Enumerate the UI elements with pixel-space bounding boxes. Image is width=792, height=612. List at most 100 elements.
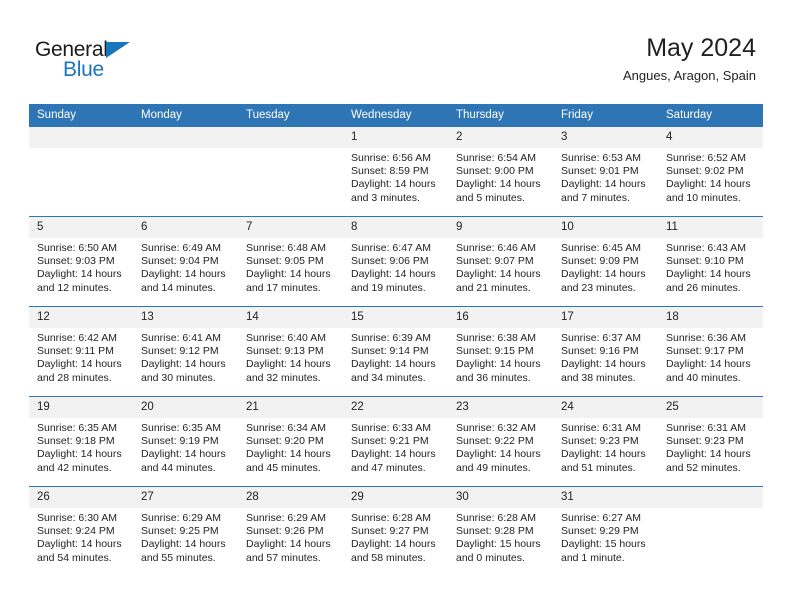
day-number: 11 — [658, 217, 763, 238]
sunrise-text: Sunrise: 6:40 AM — [246, 332, 326, 344]
sunset-text: Sunset: 9:00 PM — [456, 165, 534, 178]
calendar-day-cell[interactable]: 15 Sunrise: 6:39 AM Sunset: 9:14 PM Dayligh… — [343, 306, 448, 397]
day-info: Sunrise: 6:38 AM Sunset: 9:15 PM Daylight:… — [448, 328, 553, 385]
calendar-day-cell[interactable]: 7 Sunrise: 6:48 AM Sunset: 9:05 PM Daylight… — [238, 216, 343, 307]
day-number: 4 — [658, 127, 763, 148]
calendar-day-cell[interactable]: 27 Sunrise: 6:29 AM Sunset: 9:25 PM Dayligh… — [133, 486, 238, 576]
calendar-day-cell[interactable]: 24 Sunrise: 6:31 AM Sunset: 9:23 PM Dayligh… — [553, 396, 658, 487]
day-info: Sunrise: 6:29 AM Sunset: 9:25 PM Daylight:… — [133, 508, 238, 565]
calendar-day-cell[interactable]: 26 Sunrise: 6:30 AM Sunset: 9:24 PM Dayligh… — [29, 486, 133, 576]
calendar-day-cell[interactable]: 4 Sunrise: 6:52 AM Sunset: 9:02 PM Daylight… — [658, 126, 763, 217]
sunset-text: Sunset: 9:16 PM — [561, 345, 639, 358]
day-number: 5 — [29, 217, 133, 238]
sunset-text: Sunset: 9:03 PM — [37, 255, 115, 268]
day-cell-inner: 18 Sunrise: 6:36 AM Sunset: 9:17 PM Dayligh… — [658, 307, 763, 396]
day-number: 24 — [553, 397, 658, 418]
weekday-header-row: Sunday Monday Tuesday Wednesday Thursday… — [29, 104, 763, 127]
daylight-text: Daylight: 14 hours and 44 minutes. — [141, 448, 226, 474]
day-info: Sunrise: 6:28 AM Sunset: 9:27 PM Daylight:… — [343, 508, 448, 565]
calendar-day-cell[interactable]: 3 Sunrise: 6:53 AM Sunset: 9:01 PM Daylight… — [553, 126, 658, 217]
day-cell-inner: 31 Sunrise: 6:27 AM Sunset: 9:29 PM Dayligh… — [553, 487, 658, 576]
daylight-text: Daylight: 15 hours and 0 minutes. — [456, 538, 541, 564]
calendar-day-cell[interactable]: 10 Sunrise: 6:45 AM Sunset: 9:09 PM Dayligh… — [553, 216, 658, 307]
day-info: Sunrise: 6:40 AM Sunset: 9:13 PM Daylight:… — [238, 328, 343, 385]
sunrise-text: Sunrise: 6:35 AM — [37, 422, 117, 434]
day-cell-inner — [238, 127, 343, 216]
calendar-body: 1 Sunrise: 6:56 AM Sunset: 8:59 PM Daylight… — [29, 126, 763, 576]
weekday-header-friday: Friday — [553, 104, 658, 127]
calendar-day-cell[interactable]: 14 Sunrise: 6:40 AM Sunset: 9:13 PM Dayligh… — [238, 306, 343, 397]
sunset-text: Sunset: 9:09 PM — [561, 255, 639, 268]
sunset-text: Sunset: 9:01 PM — [561, 165, 639, 178]
calendar-day-cell[interactable]: 22 Sunrise: 6:33 AM Sunset: 9:21 PM Dayligh… — [343, 396, 448, 487]
day-info: Sunrise: 6:45 AM Sunset: 9:09 PM Daylight:… — [553, 238, 658, 295]
day-number: 27 — [133, 487, 238, 508]
daylight-text: Daylight: 14 hours and 23 minutes. — [561, 268, 646, 294]
day-cell-inner — [658, 487, 763, 576]
daylight-text: Daylight: 14 hours and 58 minutes. — [351, 538, 436, 564]
sunrise-text: Sunrise: 6:30 AM — [37, 512, 117, 524]
day-number: 29 — [343, 487, 448, 508]
sunset-text: Sunset: 9:19 PM — [141, 435, 219, 448]
calendar-day-cell[interactable]: 1 Sunrise: 6:56 AM Sunset: 8:59 PM Daylight… — [343, 126, 448, 217]
daylight-text: Daylight: 14 hours and 36 minutes. — [456, 358, 541, 384]
day-number: 2 — [448, 127, 553, 148]
day-number: 31 — [553, 487, 658, 508]
weekday-header-thursday: Thursday — [448, 104, 553, 127]
day-cell-inner: 28 Sunrise: 6:29 AM Sunset: 9:26 PM Dayligh… — [238, 487, 343, 576]
calendar-day-cell[interactable]: 31 Sunrise: 6:27 AM Sunset: 9:29 PM Dayligh… — [553, 486, 658, 576]
calendar-day-cell[interactable]: 28 Sunrise: 6:29 AM Sunset: 9:26 PM Dayligh… — [238, 486, 343, 576]
day-info: Sunrise: 6:50 AM Sunset: 9:03 PM Daylight:… — [29, 238, 133, 295]
weekday-header-saturday: Saturday — [658, 104, 763, 127]
day-number: 23 — [448, 397, 553, 418]
sunset-text: Sunset: 9:29 PM — [561, 525, 639, 538]
day-cell-inner: 8 Sunrise: 6:47 AM Sunset: 9:06 PM Daylight… — [343, 217, 448, 306]
daylight-text: Daylight: 14 hours and 49 minutes. — [456, 448, 541, 474]
day-cell-inner: 11 Sunrise: 6:43 AM Sunset: 9:10 PM Dayligh… — [658, 217, 763, 306]
day-cell-inner: 15 Sunrise: 6:39 AM Sunset: 9:14 PM Dayligh… — [343, 307, 448, 396]
calendar-day-cell[interactable]: 25 Sunrise: 6:31 AM Sunset: 9:23 PM Dayligh… — [658, 396, 763, 487]
day-info: Sunrise: 6:53 AM Sunset: 9:01 PM Daylight:… — [553, 148, 658, 205]
sunrise-text: Sunrise: 6:53 AM — [561, 152, 641, 164]
daylight-text: Daylight: 14 hours and 42 minutes. — [37, 448, 122, 474]
calendar-day-cell[interactable]: 12 Sunrise: 6:42 AM Sunset: 9:11 PM Dayligh… — [29, 306, 133, 397]
calendar-day-cell[interactable]: 19 Sunrise: 6:35 AM Sunset: 9:18 PM Dayligh… — [29, 396, 133, 487]
day-number: 6 — [133, 217, 238, 238]
day-cell-inner: 19 Sunrise: 6:35 AM Sunset: 9:18 PM Dayligh… — [29, 397, 133, 486]
calendar-day-cell-empty — [29, 126, 133, 217]
general-blue-logo[interactable]: General Blue — [35, 38, 165, 84]
calendar-day-cell[interactable]: 8 Sunrise: 6:47 AM Sunset: 9:06 PM Daylight… — [343, 216, 448, 307]
day-cell-inner: 5 Sunrise: 6:50 AM Sunset: 9:03 PM Daylight… — [29, 217, 133, 306]
sunrise-text: Sunrise: 6:46 AM — [456, 242, 536, 254]
weekday-header-sunday: Sunday — [29, 104, 133, 127]
calendar-day-cell[interactable]: 2 Sunrise: 6:54 AM Sunset: 9:00 PM Daylight… — [448, 126, 553, 217]
sunrise-text: Sunrise: 6:31 AM — [561, 422, 641, 434]
daylight-text: Daylight: 15 hours and 1 minute. — [561, 538, 646, 564]
day-cell-inner: 2 Sunrise: 6:54 AM Sunset: 9:00 PM Daylight… — [448, 127, 553, 216]
day-number — [238, 127, 343, 148]
sunset-text: Sunset: 9:22 PM — [456, 435, 534, 448]
day-cell-inner: 27 Sunrise: 6:29 AM Sunset: 9:25 PM Dayligh… — [133, 487, 238, 576]
sunset-text: Sunset: 9:25 PM — [141, 525, 219, 538]
calendar-day-cell[interactable]: 5 Sunrise: 6:50 AM Sunset: 9:03 PM Daylight… — [29, 216, 133, 307]
calendar-day-cell[interactable]: 23 Sunrise: 6:32 AM Sunset: 9:22 PM Dayligh… — [448, 396, 553, 487]
sunset-text: Sunset: 9:26 PM — [246, 525, 324, 538]
calendar-day-cell[interactable]: 13 Sunrise: 6:41 AM Sunset: 9:12 PM Dayligh… — [133, 306, 238, 397]
calendar-day-cell[interactable]: 16 Sunrise: 6:38 AM Sunset: 9:15 PM Dayligh… — [448, 306, 553, 397]
calendar-day-cell[interactable]: 20 Sunrise: 6:35 AM Sunset: 9:19 PM Dayligh… — [133, 396, 238, 487]
calendar-day-cell[interactable]: 30 Sunrise: 6:28 AM Sunset: 9:28 PM Dayligh… — [448, 486, 553, 576]
sunset-text: Sunset: 9:06 PM — [351, 255, 429, 268]
day-number — [658, 487, 763, 508]
daylight-text: Daylight: 14 hours and 32 minutes. — [246, 358, 331, 384]
calendar-day-cell[interactable]: 21 Sunrise: 6:34 AM Sunset: 9:20 PM Dayligh… — [238, 396, 343, 487]
calendar-day-cell[interactable]: 11 Sunrise: 6:43 AM Sunset: 9:10 PM Dayligh… — [658, 216, 763, 307]
calendar-day-cell[interactable]: 29 Sunrise: 6:28 AM Sunset: 9:27 PM Dayligh… — [343, 486, 448, 576]
sunset-text: Sunset: 9:04 PM — [141, 255, 219, 268]
calendar-day-cell[interactable]: 18 Sunrise: 6:36 AM Sunset: 9:17 PM Dayligh… — [658, 306, 763, 397]
calendar-day-cell[interactable]: 9 Sunrise: 6:46 AM Sunset: 9:07 PM Daylight… — [448, 216, 553, 307]
calendar-day-cell[interactable]: 6 Sunrise: 6:49 AM Sunset: 9:04 PM Daylight… — [133, 216, 238, 307]
sunrise-text: Sunrise: 6:29 AM — [141, 512, 221, 524]
day-number: 7 — [238, 217, 343, 238]
day-cell-inner: 22 Sunrise: 6:33 AM Sunset: 9:21 PM Dayligh… — [343, 397, 448, 486]
calendar-day-cell[interactable]: 17 Sunrise: 6:37 AM Sunset: 9:16 PM Dayligh… — [553, 306, 658, 397]
